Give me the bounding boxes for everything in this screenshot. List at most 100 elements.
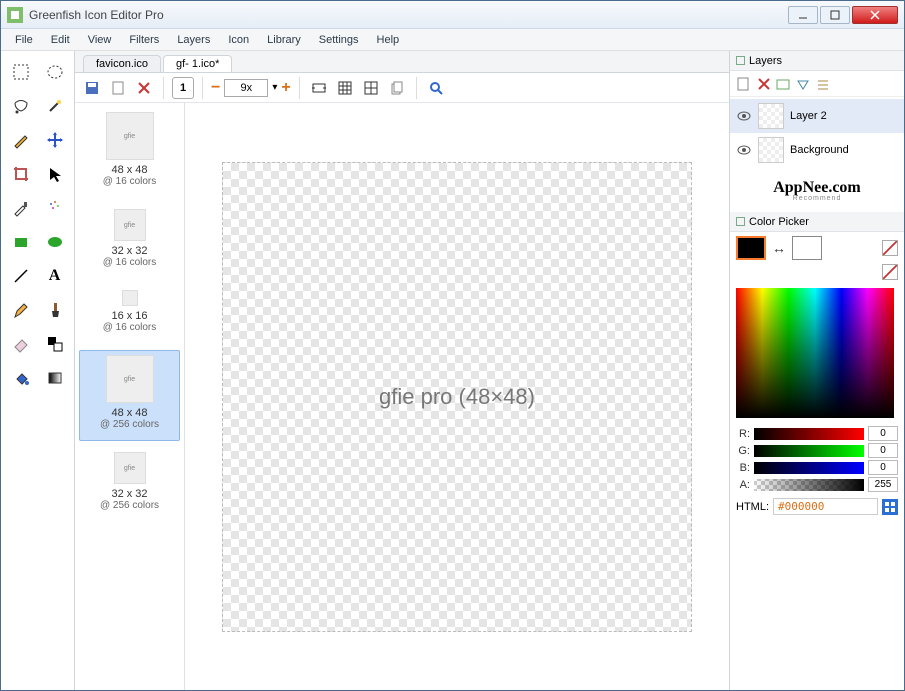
pointer-tool[interactable] bbox=[40, 159, 70, 189]
b-value[interactable]: 0 bbox=[868, 460, 898, 475]
text-tool[interactable]: A bbox=[40, 261, 70, 291]
search-icon[interactable] bbox=[425, 77, 447, 99]
fill-tool[interactable] bbox=[6, 363, 36, 393]
frame-32-16c[interactable]: gfie32 x 32@ 16 colors bbox=[79, 204, 180, 279]
frame-48-16c[interactable]: gfie48 x 48@ 16 colors bbox=[79, 107, 180, 198]
g-label: G: bbox=[736, 445, 750, 457]
r-value[interactable]: 0 bbox=[868, 426, 898, 441]
pencil-tool[interactable] bbox=[6, 125, 36, 155]
layer-props-icon[interactable] bbox=[776, 77, 790, 91]
transparent-bg-icon[interactable] bbox=[882, 264, 898, 280]
collapse-icon[interactable] bbox=[736, 56, 745, 65]
menu-library[interactable]: Library bbox=[259, 32, 309, 48]
merge-down-icon[interactable] bbox=[796, 77, 810, 91]
transparent-fg-icon[interactable] bbox=[882, 240, 898, 256]
move-tool[interactable] bbox=[40, 125, 70, 155]
lasso-tool[interactable] bbox=[6, 91, 36, 121]
foreground-swatch[interactable] bbox=[736, 236, 766, 260]
layer-thumb bbox=[758, 103, 784, 129]
fit-icon[interactable] bbox=[308, 77, 330, 99]
flatten-icon[interactable] bbox=[816, 77, 830, 91]
pixel-canvas[interactable]: gfie pro (48×48) bbox=[222, 162, 692, 632]
line-tool[interactable] bbox=[6, 261, 36, 291]
delete-frame-icon[interactable] bbox=[133, 77, 155, 99]
menu-edit[interactable]: Edit bbox=[43, 32, 78, 48]
r-slider[interactable] bbox=[754, 428, 864, 440]
menubar: File Edit View Filters Layers Icon Libra… bbox=[1, 29, 904, 51]
collapse-icon[interactable] bbox=[736, 217, 745, 226]
g-value[interactable]: 0 bbox=[868, 443, 898, 458]
draw-pencil-tool[interactable] bbox=[6, 295, 36, 325]
zoom-input[interactable] bbox=[224, 79, 268, 97]
html-color-value[interactable]: #000000 bbox=[773, 498, 878, 515]
a-label: A: bbox=[736, 479, 750, 491]
save-icon[interactable] bbox=[81, 77, 103, 99]
frame-list[interactable]: gfie48 x 48@ 16 colors gfie32 x 32@ 16 c… bbox=[75, 103, 185, 690]
window-title: Greenfish Icon Editor Pro bbox=[29, 8, 788, 22]
grid-icon[interactable] bbox=[334, 77, 356, 99]
editor-toolbar: 1 − ▾ + bbox=[75, 73, 729, 103]
a-slider[interactable] bbox=[754, 479, 864, 491]
layer-layer2[interactable]: Layer 2 bbox=[730, 99, 904, 133]
select-ellipse-tool[interactable] bbox=[40, 57, 70, 87]
zoom-dropdown-icon[interactable]: ▾ bbox=[272, 82, 277, 93]
html-label: HTML: bbox=[736, 501, 769, 513]
background-swatch[interactable] bbox=[792, 236, 822, 260]
visibility-icon[interactable] bbox=[736, 108, 752, 124]
color-picker-header: Color Picker bbox=[730, 212, 904, 232]
brush-tool[interactable] bbox=[40, 295, 70, 325]
rect-tool[interactable] bbox=[6, 227, 36, 257]
layer-list: Layer 2 Background bbox=[730, 97, 904, 169]
swap-colors-tool[interactable] bbox=[40, 329, 70, 359]
document-tabs: favicon.ico gf- 1.ico* bbox=[75, 51, 729, 73]
a-value[interactable]: 255 bbox=[868, 477, 898, 492]
eyedropper-tool[interactable] bbox=[6, 193, 36, 223]
menu-icon[interactable]: Icon bbox=[220, 32, 257, 48]
b-label: B: bbox=[736, 462, 750, 474]
new-frame-icon[interactable] bbox=[107, 77, 129, 99]
swap-colors-icon[interactable]: ↔ bbox=[772, 240, 786, 256]
zoom-out-icon[interactable]: − bbox=[211, 79, 220, 97]
menu-help[interactable]: Help bbox=[369, 32, 408, 48]
ellipse-tool[interactable] bbox=[40, 227, 70, 257]
close-button[interactable] bbox=[852, 6, 898, 24]
g-slider[interactable] bbox=[754, 445, 864, 457]
wand-tool[interactable] bbox=[40, 91, 70, 121]
menu-settings[interactable]: Settings bbox=[311, 32, 367, 48]
crop-tool[interactable] bbox=[6, 159, 36, 189]
delete-layer-icon[interactable] bbox=[758, 78, 770, 90]
minimize-button[interactable] bbox=[788, 6, 818, 24]
layer-name: Layer 2 bbox=[790, 110, 827, 122]
spray-tool[interactable] bbox=[40, 193, 70, 223]
new-layer-icon[interactable] bbox=[736, 76, 752, 92]
maximize-button[interactable] bbox=[820, 6, 850, 24]
gradient-tool[interactable] bbox=[40, 363, 70, 393]
menu-filters[interactable]: Filters bbox=[121, 32, 167, 48]
toolbox: A bbox=[1, 51, 75, 690]
color-picker-panel: ↔ R:0 G:0 B:0 A:255 HTML: #000000 bbox=[730, 232, 904, 690]
menu-layers[interactable]: Layers bbox=[169, 32, 218, 48]
layer-thumb bbox=[758, 137, 784, 163]
watermark: AppNee.com Recommend bbox=[730, 169, 904, 212]
canvas-area[interactable]: gfie pro (48×48) bbox=[185, 103, 729, 690]
app-icon bbox=[7, 7, 23, 23]
zoom-in-icon[interactable]: + bbox=[281, 79, 290, 97]
frame-48-256c[interactable]: gfie48 x 48@ 256 colors bbox=[79, 350, 180, 441]
b-slider[interactable] bbox=[754, 462, 864, 474]
layers-toolbar bbox=[730, 71, 904, 97]
tab-gf1[interactable]: gf- 1.ico* bbox=[163, 55, 232, 72]
frame-16-16c[interactable]: 16 x 16@ 16 colors bbox=[79, 285, 180, 344]
color-spectrum[interactable] bbox=[736, 288, 894, 418]
menu-file[interactable]: File bbox=[7, 32, 41, 48]
layer-background[interactable]: Background bbox=[730, 133, 904, 167]
windows-icon[interactable] bbox=[882, 499, 898, 515]
pages-icon[interactable] bbox=[386, 77, 408, 99]
select-rect-tool[interactable] bbox=[6, 57, 36, 87]
menu-view[interactable]: View bbox=[80, 32, 120, 48]
frame-32-256c[interactable]: gfie32 x 32@ 256 colors bbox=[79, 447, 180, 522]
tab-favicon[interactable]: favicon.ico bbox=[83, 55, 161, 72]
visibility-icon[interactable] bbox=[736, 142, 752, 158]
frame-count-display: 1 bbox=[172, 77, 194, 99]
center-icon[interactable] bbox=[360, 77, 382, 99]
eraser-tool[interactable] bbox=[6, 329, 36, 359]
